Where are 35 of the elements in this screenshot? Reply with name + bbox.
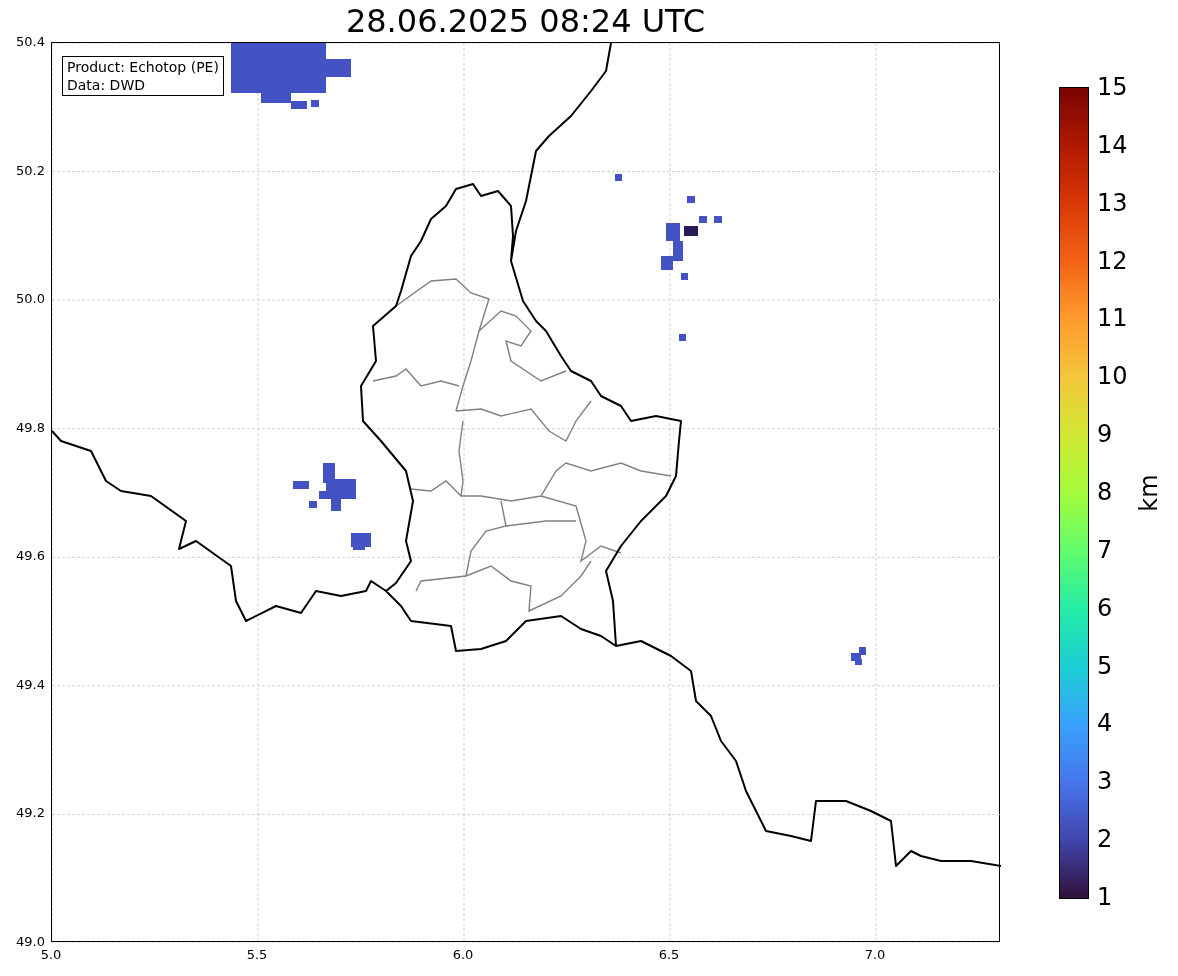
x-tick-label: 6.0 — [452, 948, 474, 961]
y-tick-label: 50.2 — [16, 163, 45, 177]
colorbar-tick-label: 12 — [1097, 248, 1128, 273]
colorbar-tick-label: 13 — [1097, 190, 1128, 215]
y-tick-label: 49.6 — [16, 549, 45, 563]
y-tick-label: 49.4 — [16, 677, 45, 691]
info-text: Data: DWD — [67, 76, 146, 94]
colorbar-tick-label: 11 — [1097, 306, 1128, 331]
radar-echo — [851, 647, 866, 665]
colorbar-tick-label: 10 — [1097, 364, 1128, 389]
x-tick-label: 5.5 — [246, 948, 268, 961]
x-tick-label: 6.5 — [658, 948, 680, 961]
colorbar-tick-label: 5 — [1097, 653, 1113, 678]
colorbar-tick-label: 15 — [1097, 75, 1128, 99]
y-tick-label: 49.8 — [16, 420, 45, 434]
radar-echo — [293, 463, 356, 511]
colorbar-tick-label: 7 — [1097, 537, 1113, 562]
colorbar-tick-label: 8 — [1097, 480, 1113, 504]
y-tick-label: 50.4 — [16, 35, 45, 48]
x-tick-label: 7.0 — [864, 948, 886, 961]
colorbar-tick-label: 9 — [1097, 422, 1113, 447]
y-tick-label: 49.0 — [16, 935, 45, 948]
y-tick-label: 50.0 — [16, 292, 45, 306]
x-tick-label: 5.0 — [40, 948, 62, 961]
colorbar-tick-label: 3 — [1097, 769, 1113, 794]
colorbar-tick-label: 14 — [1097, 132, 1128, 157]
info-text: Product: Echotop (PE) — [67, 58, 219, 76]
colorbar-tick-label: 4 — [1097, 711, 1113, 736]
radar-echo — [351, 533, 371, 550]
colorbar-tick-label: 6 — [1097, 595, 1113, 620]
colorbar-tick-label: 1 — [1097, 885, 1113, 909]
y-tick-label: 49.2 — [16, 806, 45, 820]
colorbar-label: km — [1137, 474, 1161, 512]
colorbar-tick-label: 2 — [1097, 827, 1113, 852]
chart-title: 28.06.2025 08:24 UTC — [345, 5, 706, 37]
